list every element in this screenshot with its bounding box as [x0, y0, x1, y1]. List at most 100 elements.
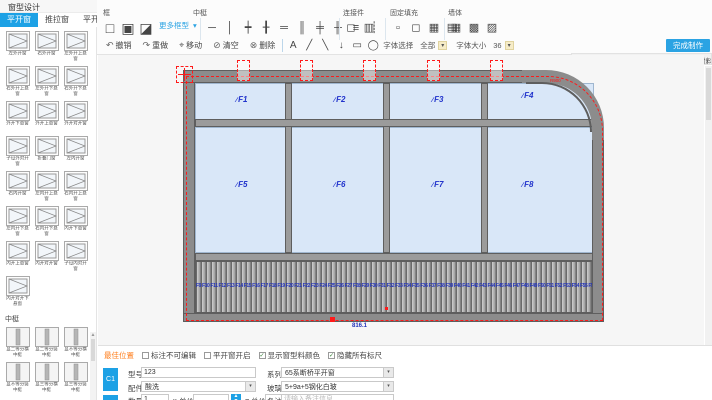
frame-tool-icon[interactable]: ▣: [121, 20, 135, 36]
checkbox-icon[interactable]: [328, 352, 335, 359]
price-stepper[interactable]: ▲▼: [231, 394, 241, 400]
bottom-edge-handle[interactable]: [330, 317, 335, 322]
font-select-value[interactable]: 全部: [420, 40, 435, 51]
display-option-checkbox[interactable]: 标注不可编辑: [142, 350, 196, 361]
checkbox-icon[interactable]: [259, 352, 266, 359]
mullion-tool-icon[interactable]: ─: [205, 20, 219, 36]
sidebar-scrollbar[interactable]: ▲: [90, 332, 96, 400]
checkbox-icon[interactable]: [204, 352, 211, 359]
wall-tool-icon[interactable]: ▨: [485, 20, 499, 36]
window-type-item[interactable]: 右内开上悬窗: [61, 171, 90, 203]
command-button[interactable]: ⌖ 移动: [175, 40, 206, 51]
command-button[interactable]: ↶ 撤销: [102, 40, 136, 51]
mullion-tool-icon[interactable]: ╂: [259, 20, 273, 36]
display-option-checkbox[interactable]: 隐藏所有标尺: [328, 350, 382, 361]
note-input[interactable]: [281, 394, 394, 400]
window-type-item[interactable]: 左内开窗: [61, 136, 90, 168]
window-type-item[interactable]: 外开对开窗: [61, 101, 90, 133]
series-select[interactable]: 65系断桥平开窗 ▾: [281, 367, 394, 378]
window-type-item[interactable]: 右外开窗: [32, 31, 61, 63]
window-type-item[interactable]: 右外开上悬窗: [3, 66, 32, 98]
window-type-item[interactable]: 子母外对开窗: [3, 136, 32, 168]
connector-tool-icon[interactable]: ▥: [362, 20, 376, 36]
mullion-type-item[interactable]: 显三等分竖中梃: [61, 362, 90, 394]
window-type-label: 内开对开下悬窗: [4, 296, 30, 307]
mullion-handle[interactable]: [237, 60, 250, 81]
window-type-item[interactable]: 子母内对开窗: [61, 241, 90, 273]
command-button[interactable]: ⊘ 清空: [209, 40, 243, 51]
draw-tool-icon[interactable]: ╲: [318, 40, 332, 51]
fixed-fill-tool-icon[interactable]: ◻: [409, 20, 423, 36]
mullion-tool-icon[interactable]: ║: [295, 20, 309, 36]
font-select-dropdown-icon[interactable]: ▾: [438, 41, 447, 50]
window-type-item[interactable]: 内开对开窗: [32, 241, 61, 273]
mullion-type-item[interactable]: 显二等分横中梃: [3, 327, 32, 359]
frame-tool-icon[interactable]: ◪: [139, 20, 153, 36]
frame-tools: □▣◪: [103, 20, 153, 36]
mullion-tool-icon[interactable]: │: [223, 20, 237, 36]
connector-tool-icon[interactable]: ◻: [344, 20, 358, 36]
command-button[interactable]: ⊗ 删除: [246, 40, 280, 51]
origin-crosshair[interactable]: [176, 66, 193, 83]
design-canvas[interactable]: F9 F10 F11 F12 F13 F14 F15 F16 F17 F18 F…: [98, 55, 704, 345]
scrollbar-thumb[interactable]: [91, 339, 95, 361]
more-frames-button[interactable]: 更多框型 ▾: [159, 20, 197, 31]
window-type-item[interactable]: 外开下悬窗: [3, 101, 32, 133]
window-type-item[interactable]: 内开下悬窗: [61, 206, 90, 238]
next-item-tag-partial[interactable]: [103, 395, 118, 400]
wall-tool-icon[interactable]: ▦: [449, 20, 463, 36]
qty-input[interactable]: [141, 394, 169, 400]
accessory-select[interactable]: 酸洗 ▾: [141, 381, 256, 392]
window-type-item[interactable]: 内开上悬窗: [3, 241, 32, 273]
window-type-item[interactable]: 内开对开下悬窗: [3, 276, 32, 308]
mullion-handle[interactable]: [490, 60, 503, 81]
draw-tool-icon[interactable]: A: [286, 40, 300, 51]
display-option-checkbox[interactable]: 平开窗开启: [204, 350, 251, 361]
finish-button[interactable]: 完成制作: [666, 39, 710, 52]
mullion-handle[interactable]: [300, 60, 313, 81]
checkbox-icon[interactable]: [142, 352, 149, 359]
mullion-tool-icon[interactable]: ═: [277, 20, 291, 36]
mullion-tool-icon[interactable]: ╪: [313, 20, 327, 36]
tab[interactable]: 平开窗: [0, 13, 38, 27]
window-type-item[interactable]: 左内开下悬窗: [3, 206, 32, 238]
mullion-tool-icon[interactable]: ╫: [331, 20, 345, 36]
draw-tool-icon[interactable]: ▭: [350, 40, 364, 51]
window-type-item[interactable]: 折叠门窗: [32, 136, 61, 168]
font-size-dropdown-icon[interactable]: ▾: [505, 41, 514, 50]
draw-tool-icon[interactable]: ◯: [366, 40, 380, 51]
model-input[interactable]: [141, 367, 256, 378]
mullion-handle[interactable]: [427, 60, 440, 81]
mullion-handle[interactable]: [363, 60, 376, 81]
window-type-label: 内开下悬窗: [62, 226, 88, 237]
display-option-checkbox[interactable]: 显示窗型料颜色: [259, 350, 321, 361]
scroll-up-icon[interactable]: ▲: [90, 332, 96, 338]
mullion-type-item[interactable]: 显不等分横中梃: [61, 327, 90, 359]
draw-tool-icon[interactable]: ↓: [334, 40, 348, 51]
window-type-item[interactable]: 左外开窗: [3, 31, 32, 63]
tab[interactable]: 推拉窗: [38, 13, 76, 27]
unit-price-input[interactable]: [193, 394, 229, 400]
window-type-item[interactable]: 左外开下悬窗: [32, 66, 61, 98]
mullion-type-item[interactable]: 显二等分竖中梃: [32, 327, 61, 359]
window-type-item[interactable]: 左外开上悬窗: [61, 31, 90, 63]
window-type-icon: [6, 206, 30, 226]
font-size-value[interactable]: 36: [493, 41, 501, 50]
window-type-item[interactable]: 外开上悬窗: [32, 101, 61, 133]
draw-tool-icon[interactable]: ╱: [302, 40, 316, 51]
mullion-type-item[interactable]: 显不等分竖中梃: [3, 362, 32, 394]
command-button[interactable]: ↷ 重做: [139, 40, 173, 51]
wall-tool-icon[interactable]: ▩: [467, 20, 481, 36]
mullion-type-item[interactable]: 显三等分横中梃: [32, 362, 61, 394]
fixed-fill-tool-icon[interactable]: ▦: [427, 20, 441, 36]
frame-tool-icon[interactable]: □: [103, 20, 117, 36]
window-type-item[interactable]: 左内开上悬窗: [32, 171, 61, 203]
window-type-item[interactable]: 右外开下悬窗: [61, 66, 90, 98]
mullion-tool-icon[interactable]: ┿: [241, 20, 255, 36]
fixed-fill-tool-icon[interactable]: ▫: [391, 20, 405, 36]
item-tag[interactable]: C1: [103, 368, 118, 391]
scrollbar-thumb[interactable]: [706, 68, 711, 120]
glass-select[interactable]: 5+9a+5钢化白玻 ▾: [281, 381, 394, 392]
window-type-item[interactable]: 右内开窗: [3, 171, 32, 203]
window-type-item[interactable]: 右内开下悬窗: [32, 206, 61, 238]
